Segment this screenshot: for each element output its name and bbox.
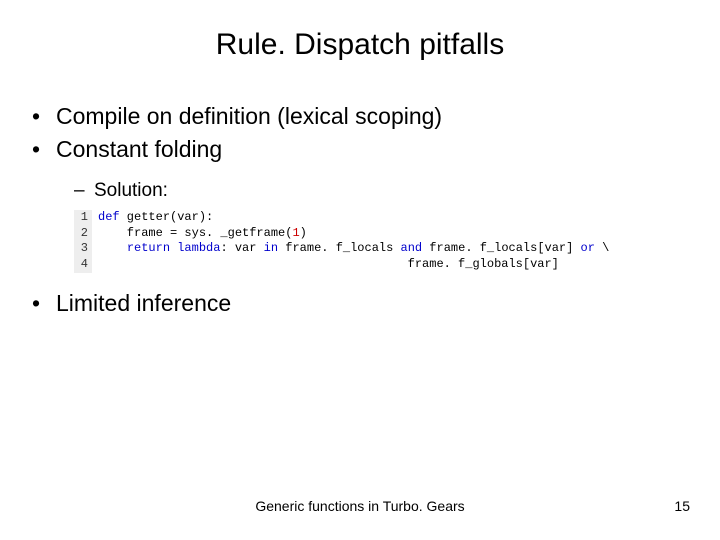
bullet-text: Compile on definition (lexical scoping) [56,103,442,129]
code-block: 1 2 3 4 def getter(var): frame = sys. _g… [74,210,688,272]
bullet-item: Limited inference [32,287,688,320]
code-text: frame. f_globals[var] [98,257,559,271]
sub-bullet-text: Solution: [94,180,168,201]
keyword: lambda [177,241,220,255]
code-text: \ [595,241,609,255]
code-text: frame. f_locals [278,241,400,255]
bullet-item: Constant folding Solution: 1 2 3 4 def g… [32,133,688,272]
footer-caption: Generic functions in Turbo. Gears [0,498,720,514]
bullet-text: Limited inference [56,290,231,316]
bullet-list: Compile on definition (lexical scoping) … [32,100,688,320]
keyword: return [127,241,170,255]
code-text: frame. f_locals[var] [422,241,580,255]
sub-bullet-item: Solution: [74,177,688,205]
code-content: def getter(var): frame = sys. _getframe(… [92,210,609,272]
slide-footer: Generic functions in Turbo. Gears 15 [0,498,720,514]
keyword: in [264,241,278,255]
number-literal: 1 [292,226,299,240]
line-number: 2 [78,226,88,242]
bullet-item: Compile on definition (lexical scoping) [32,100,688,133]
code-text: : var [220,241,263,255]
code-text: getter(var): [120,210,214,224]
bullet-text: Constant folding [56,136,222,162]
code-gutter: 1 2 3 4 [74,210,92,272]
line-number: 1 [78,210,88,226]
line-number: 3 [78,241,88,257]
code-text: frame = sys. _getframe( [98,226,292,240]
slide-body: Compile on definition (lexical scoping) … [0,62,720,320]
page-number: 15 [674,498,690,514]
slide-title: Rule. Dispatch pitfalls [0,0,720,62]
line-number: 4 [78,257,88,273]
keyword: or [581,241,595,255]
keyword: and [401,241,423,255]
keyword: def [98,210,120,224]
sub-bullet-list: Solution: [74,177,688,205]
code-text: ) [300,226,307,240]
